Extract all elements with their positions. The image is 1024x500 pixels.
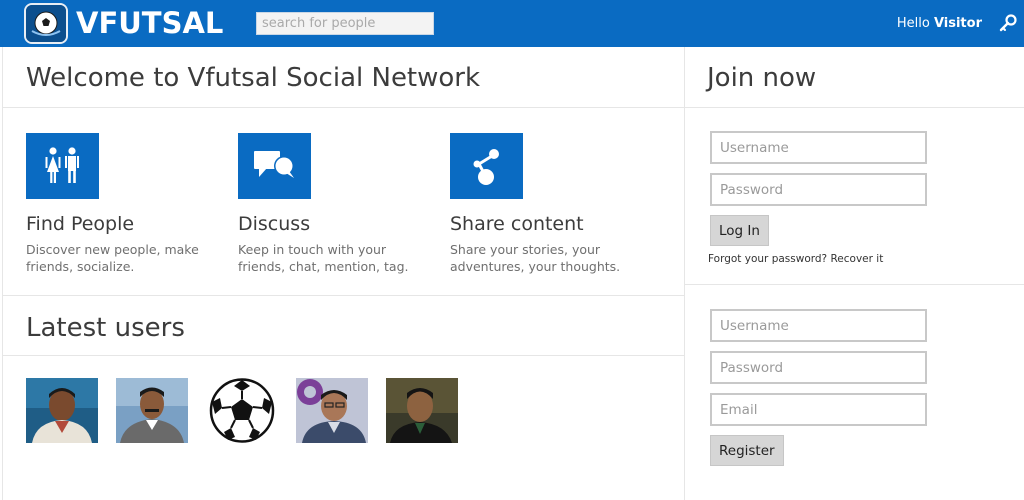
divider xyxy=(3,355,685,356)
login-button[interactable]: Log In xyxy=(710,215,769,246)
feature-title: Discuss xyxy=(238,213,311,235)
divider xyxy=(3,107,685,108)
page-title: Welcome to Vfutsal Social Network xyxy=(26,63,481,93)
register-email-input[interactable] xyxy=(710,393,927,426)
feature-title: Find People xyxy=(26,213,135,235)
brand-name[interactable]: VFUTSAL xyxy=(76,6,223,40)
divider xyxy=(3,295,685,296)
user-avatar[interactable] xyxy=(296,378,368,443)
key-icon[interactable] xyxy=(998,13,1018,33)
soccer-ball-avatar[interactable] xyxy=(206,378,278,443)
login-password-input[interactable] xyxy=(710,173,927,206)
forgot-password-label: Forgot your password? xyxy=(708,253,828,265)
top-navigation-bar: VFUTSAL Hello Visitor xyxy=(0,0,1024,47)
forgot-password-text: Forgot your password? Recover it xyxy=(708,253,883,265)
divider xyxy=(685,284,1024,285)
greeting: Hello Visitor xyxy=(897,16,982,31)
chat-bubbles-icon[interactable] xyxy=(238,133,311,199)
user-avatar[interactable] xyxy=(26,378,98,443)
divider xyxy=(685,107,1024,108)
register-button[interactable]: Register xyxy=(710,435,784,466)
section-title: Latest users xyxy=(26,313,185,343)
user-avatar[interactable] xyxy=(386,378,458,443)
feature-description: Discover new people, make friends, socia… xyxy=(26,242,199,274)
people-icon[interactable] xyxy=(26,133,99,199)
feature-find-people[interactable]: Find People Discover new people, make fr… xyxy=(26,133,226,275)
feature-title: Share content xyxy=(450,213,584,235)
feature-share-content[interactable]: Share content Share your stories, your a… xyxy=(450,133,650,275)
user-avatar[interactable] xyxy=(116,378,188,443)
register-username-input[interactable] xyxy=(710,309,927,342)
share-icon[interactable] xyxy=(450,133,523,199)
main-content: Welcome to Vfutsal Social Network Find P… xyxy=(2,47,685,500)
join-sidebar: Join now Log In Forgot your password? Re… xyxy=(684,47,1024,500)
register-password-input[interactable] xyxy=(710,351,927,384)
soccer-ball-icon xyxy=(26,5,66,42)
feature-description: Keep in touch with your friends, chat, m… xyxy=(238,242,409,274)
feature-description: Share your stories, your adventures, you… xyxy=(450,242,621,274)
greeting-text: Hello xyxy=(896,16,930,31)
search-input[interactable] xyxy=(256,12,434,35)
recover-password-link[interactable]: Recover it xyxy=(830,253,883,265)
join-title: Join now xyxy=(707,63,817,93)
vfutsal-logo[interactable] xyxy=(24,3,68,44)
feature-discuss[interactable]: Discuss Keep in touch with your friends,… xyxy=(238,133,438,275)
user-name[interactable]: Visitor xyxy=(934,16,982,31)
login-username-input[interactable] xyxy=(710,131,927,164)
